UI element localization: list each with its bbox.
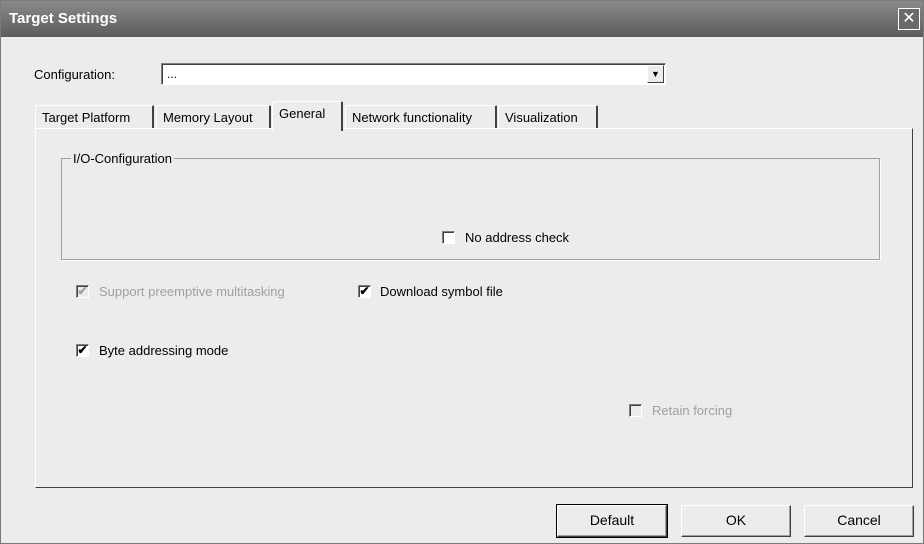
byte-addressing-label[interactable]: Byte addressing mode <box>99 343 228 358</box>
tab-label: Visualization <box>505 110 578 125</box>
configuration-label: Configuration: <box>34 67 115 82</box>
tab-memory-layout[interactable]: Memory Layout <box>156 105 271 129</box>
default-button[interactable]: Default <box>556 504 668 538</box>
dialog-title: Target Settings <box>9 10 118 27</box>
check-icon: ✔ <box>77 284 88 298</box>
tab-network-functionality[interactable]: Network functionality <box>345 105 497 129</box>
download-symbol-file-checkbox[interactable]: ✔ <box>358 285 371 298</box>
title-bar[interactable]: Target Settings ✕ <box>1 1 923 37</box>
configuration-dropdown[interactable]: ... ▼ <box>161 63 666 85</box>
cancel-button[interactable]: Cancel <box>804 505 914 537</box>
target-settings-dialog: Target Settings ✕ Configuration: ... ▼ T… <box>0 0 924 544</box>
close-icon: ✕ <box>902 10 916 27</box>
io-configuration-label: I/O-Configuration <box>71 151 174 166</box>
tab-visualization[interactable]: Visualization <box>498 105 598 129</box>
configuration-value: ... <box>167 67 178 81</box>
check-icon: ✔ <box>77 343 88 357</box>
tab-label: Target Platform <box>42 110 131 125</box>
tab-label: General <box>279 106 326 121</box>
no-address-check-label[interactable]: No address check <box>465 230 569 245</box>
no-address-check-checkbox[interactable] <box>442 231 455 244</box>
download-symbol-file-label[interactable]: Download symbol file <box>380 284 503 299</box>
check-icon: ✔ <box>359 284 370 298</box>
support-preemptive-label: Support preemptive multitasking <box>99 284 285 299</box>
close-button[interactable]: ✕ <box>898 8 920 30</box>
retain-forcing-checkbox <box>629 404 642 417</box>
ok-button[interactable]: OK <box>681 505 791 537</box>
retain-forcing-label: Retain forcing <box>652 403 733 418</box>
dropdown-button[interactable]: ▼ <box>647 65 664 83</box>
byte-addressing-checkbox[interactable]: ✔ <box>76 344 89 357</box>
tab-general[interactable]: General <box>272 101 343 131</box>
tab-label: Network functionality <box>352 110 472 125</box>
support-preemptive-checkbox: ✔ <box>76 285 89 298</box>
tab-target-platform[interactable]: Target Platform <box>35 105 154 129</box>
chevron-down-icon: ▼ <box>651 69 660 79</box>
tab-label: Memory Layout <box>163 110 253 125</box>
